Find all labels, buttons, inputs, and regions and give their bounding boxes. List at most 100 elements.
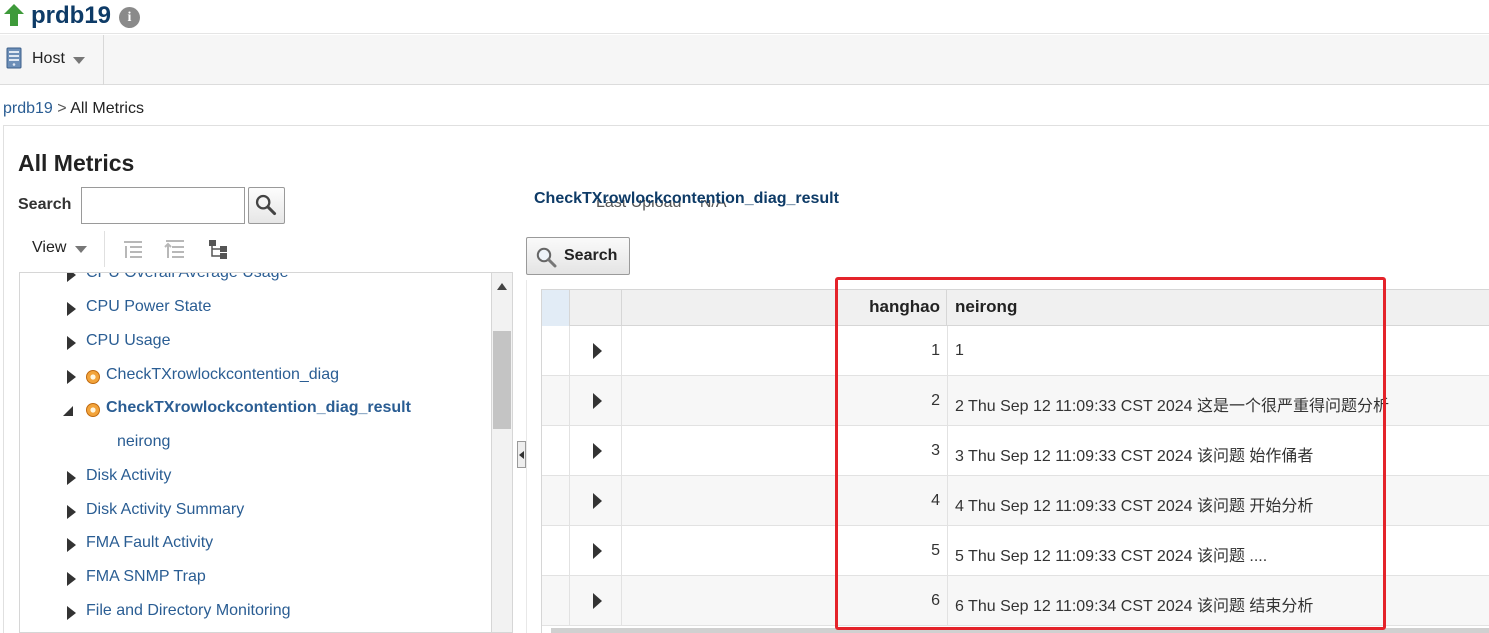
search-button[interactable]	[248, 187, 285, 224]
tree-item-label[interactable]: FMA SNMP Trap	[86, 568, 206, 586]
metrics-tree[interactable]: CPU Overall Average Usage CPU Power Stat…	[19, 272, 491, 633]
row-selector[interactable]	[542, 326, 570, 376]
row-selector[interactable]	[542, 426, 570, 476]
expand-icon[interactable]	[593, 343, 602, 359]
row-expander[interactable]	[570, 326, 622, 376]
tree-scrollbar[interactable]	[491, 272, 513, 633]
tree-item[interactable]: CheckTXrowlockcontention_diag	[20, 363, 491, 393]
tree-item[interactable]: FMA Fault Activity	[20, 531, 491, 561]
expand-icon[interactable]	[593, 543, 602, 559]
info-icon[interactable]: i	[119, 7, 140, 28]
cell-neirong: 5 Thu Sep 12 11:09:33 CST 2024 该问题 ....	[955, 548, 1268, 565]
tree-item-label[interactable]: FMA Fault Activity	[86, 534, 213, 552]
column-header-hanghao[interactable]: hanghao	[622, 297, 940, 317]
expand-icon[interactable]	[593, 443, 602, 459]
expand-icon[interactable]	[593, 493, 602, 509]
results-table: hanghao neirong 1 1 2 2 Thu Sep 12 11:09…	[541, 289, 1489, 633]
row-expander[interactable]	[570, 526, 622, 576]
expand-icon[interactable]	[67, 336, 76, 350]
collapse-icon[interactable]	[62, 405, 74, 417]
cell-neirong: 6 Thu Sep 12 11:09:34 CST 2024 该问题 结束分析	[955, 598, 1314, 615]
chevron-down-icon[interactable]	[75, 246, 87, 253]
search-button[interactable]: Search	[526, 237, 630, 275]
table-header: hanghao neirong	[542, 290, 1489, 326]
pane-divider	[526, 280, 527, 633]
server-icon	[6, 47, 22, 69]
tree-item-label[interactable]: neirong	[117, 433, 170, 451]
gear-icon	[86, 403, 100, 417]
search-button-label: Search	[564, 247, 618, 264]
cell-hanghao: 6	[931, 592, 940, 609]
tree-item-label[interactable]: CheckTXrowlockcontention_diag_result	[106, 399, 411, 417]
tree-item[interactable]: Disk Activity	[20, 464, 491, 494]
breadcrumb-parent-link[interactable]: prdb19	[3, 100, 53, 117]
select-column-header[interactable]	[542, 290, 570, 326]
pane-splitter-collapse[interactable]	[517, 441, 526, 468]
search-label: Search	[18, 196, 72, 213]
table-row[interactable]: 2 2 Thu Sep 12 11:09:33 CST 2024 这是一个很严重…	[542, 376, 1489, 426]
tree-item-label[interactable]: CheckTXrowlockcontention_diag	[106, 366, 339, 384]
scroll-up-icon[interactable]	[497, 283, 507, 290]
row-selector[interactable]	[542, 376, 570, 426]
expand-icon[interactable]	[67, 606, 76, 620]
collapse-all-icon[interactable]	[164, 238, 186, 260]
tree-item-label[interactable]: Disk Activity Summary	[86, 501, 244, 519]
cell-hanghao: 2	[931, 392, 940, 409]
menubar: Host	[0, 35, 1489, 85]
expand-icon[interactable]	[593, 393, 602, 409]
row-expander[interactable]	[570, 376, 622, 426]
tree-item[interactable]: Disk Activity Summary	[20, 498, 491, 528]
expand-icon[interactable]	[67, 370, 76, 384]
row-expander[interactable]	[570, 426, 622, 476]
tree-item[interactable]: CPU Usage	[20, 329, 491, 359]
tree-item[interactable]: CPU Overall Average Usage	[20, 273, 491, 291]
tree-item[interactable]: FMA SNMP Trap	[20, 565, 491, 595]
expand-icon[interactable]	[67, 471, 76, 485]
tree-item-label[interactable]: CPU Usage	[86, 332, 170, 350]
host-menu-label: Host	[32, 50, 65, 67]
column-divider	[947, 576, 948, 626]
column-divider	[947, 326, 948, 376]
search-icon	[255, 194, 277, 216]
row-selector[interactable]	[542, 476, 570, 526]
expand-icon[interactable]	[67, 505, 76, 519]
tree-item[interactable]: File and Directory Monitoring	[20, 599, 491, 629]
column-divider	[947, 426, 948, 476]
table-horizontal-scrollbar[interactable]	[551, 628, 1489, 633]
host-menu[interactable]: Host	[0, 35, 104, 85]
expand-icon[interactable]	[67, 538, 76, 552]
row-expander[interactable]	[570, 576, 622, 626]
tree-item-label[interactable]: File and Directory Monitoring	[86, 602, 291, 620]
tree-item-label[interactable]: Disk Activity	[86, 467, 171, 485]
expand-icon[interactable]	[67, 572, 76, 586]
chevron-down-icon	[73, 57, 85, 64]
hierarchy-icon[interactable]	[207, 238, 229, 260]
expand-icon[interactable]	[593, 593, 602, 609]
collapse-left-icon	[519, 451, 524, 459]
expand-column-header	[570, 290, 622, 326]
tree-item-label[interactable]: CPU Power State	[86, 298, 211, 316]
table-row[interactable]: 5 5 Thu Sep 12 11:09:33 CST 2024 该问题 ...…	[542, 526, 1489, 576]
metric-title: CheckTXrowlockcontention_diag_result	[534, 190, 839, 207]
row-selector[interactable]	[542, 526, 570, 576]
expand-all-icon[interactable]	[122, 238, 144, 260]
target-name[interactable]: prdb19	[31, 2, 111, 30]
table-row[interactable]: 1 1	[542, 326, 1489, 376]
tree-item-selected[interactable]: CheckTXrowlockcontention_diag_result	[20, 396, 491, 426]
tree-item[interactable]: CPU Power State	[20, 295, 491, 325]
tree-subitem[interactable]: neirong	[20, 430, 491, 460]
table-row[interactable]: 6 6 Thu Sep 12 11:09:34 CST 2024 该问题 结束分…	[542, 576, 1489, 626]
table-row[interactable]: 4 4 Thu Sep 12 11:09:33 CST 2024 该问题 开始分…	[542, 476, 1489, 526]
toolbar-divider	[104, 231, 105, 267]
row-selector[interactable]	[542, 576, 570, 626]
table-row[interactable]: 3 3 Thu Sep 12 11:09:33 CST 2024 该问题 始作俑…	[542, 426, 1489, 476]
expand-icon[interactable]	[67, 302, 76, 316]
cell-neirong: 2 Thu Sep 12 11:09:33 CST 2024 这是一个很严重得问…	[955, 398, 1389, 415]
expand-icon[interactable]	[67, 273, 76, 282]
column-header-neirong[interactable]: neirong	[955, 297, 1017, 317]
tree-item-label[interactable]: CPU Overall Average Usage	[86, 273, 288, 282]
view-menu[interactable]: View	[32, 239, 66, 257]
row-expander[interactable]	[570, 476, 622, 526]
scrollbar-thumb[interactable]	[493, 331, 511, 429]
search-input[interactable]	[81, 187, 245, 224]
